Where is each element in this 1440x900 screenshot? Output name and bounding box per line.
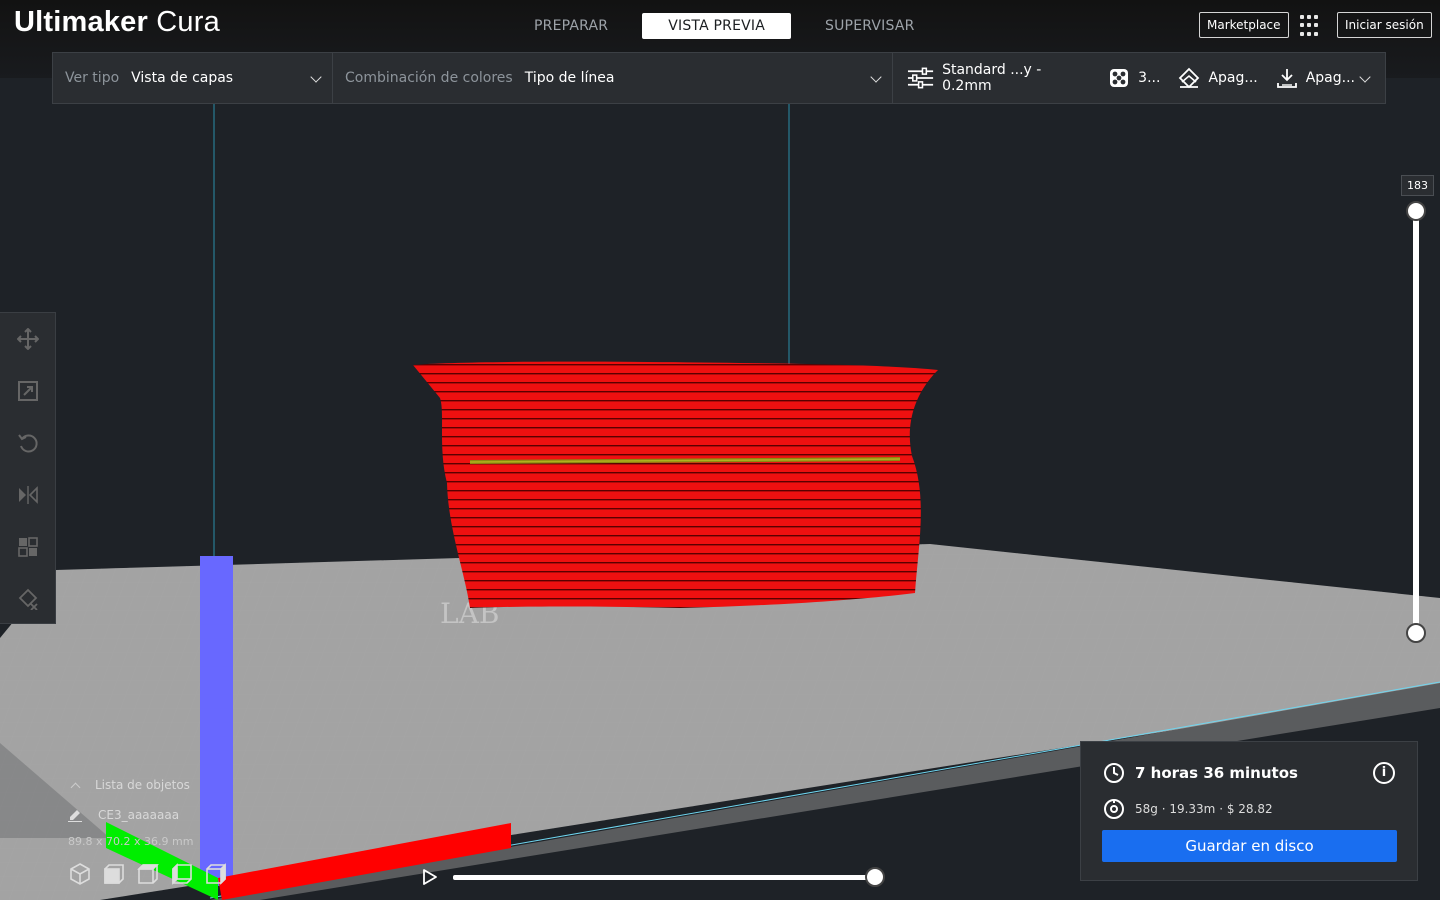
object-name-row[interactable]: CE3_aaaaaaa bbox=[68, 804, 193, 826]
rotate-icon bbox=[18, 434, 38, 453]
support-blocker-tool[interactable] bbox=[0, 573, 56, 625]
object-list: Lista de objetos CE3_aaaaaaa 89.8 x 70.2… bbox=[68, 774, 193, 852]
per-model-settings-tool[interactable] bbox=[0, 521, 56, 573]
rotate-tool[interactable] bbox=[0, 417, 56, 469]
material-usage: 58g · 19.33m · $ 28.82 bbox=[1135, 802, 1273, 816]
print-information-panel: 7 horas 36 minutos i 58g · 19.33m · $ 28… bbox=[1080, 741, 1418, 881]
mirror-tool[interactable] bbox=[0, 469, 56, 521]
view-type-value: Vista de capas bbox=[131, 70, 234, 86]
apps-grid-icon[interactable] bbox=[1300, 15, 1322, 37]
scale-icon bbox=[18, 381, 38, 401]
color-scheme-dropdown[interactable]: Combinación de colores Tipo de línea bbox=[333, 53, 893, 103]
3d-view-icon[interactable] bbox=[68, 862, 92, 886]
simulation-slider-track[interactable] bbox=[453, 875, 877, 880]
stage-tabs: PREPARAR VISTA PREVIA SUPERVISAR bbox=[510, 13, 939, 39]
tab-monitor[interactable]: SUPERVISAR bbox=[801, 13, 939, 39]
simulation-slider-handle[interactable] bbox=[865, 867, 885, 887]
spool-icon bbox=[1104, 799, 1124, 819]
scale-tool[interactable] bbox=[0, 365, 56, 417]
move-icon bbox=[17, 328, 39, 350]
info-icon[interactable]: i bbox=[1373, 762, 1395, 784]
support-value: Apag... bbox=[1208, 70, 1258, 86]
save-to-disk-button[interactable]: Guardar en disco bbox=[1102, 830, 1397, 862]
color-scheme-label: Combinación de colores bbox=[345, 70, 513, 86]
print-time: 7 horas 36 minutos bbox=[1135, 764, 1298, 782]
adhesion-value: Apag... bbox=[1305, 70, 1355, 86]
infill-icon bbox=[1110, 69, 1129, 87]
layer-slider-lower-handle[interactable] bbox=[1406, 623, 1426, 643]
chevron-down-icon bbox=[310, 71, 322, 83]
print-settings-dropdown[interactable]: Standard ...y - 0.2mm 3... Apag... Apag.… bbox=[893, 53, 1385, 103]
support-blocker-icon bbox=[18, 588, 38, 610]
chevron-down-icon bbox=[870, 71, 882, 83]
color-scheme-value: Tipo de línea bbox=[524, 70, 615, 86]
camera-view-buttons bbox=[68, 862, 228, 886]
app-logo: Ultimaker Cura bbox=[14, 6, 220, 38]
object-dimensions: 89.8 x 70.2 x 36.9 mm bbox=[68, 834, 194, 848]
marketplace-button[interactable]: Marketplace bbox=[1199, 12, 1289, 38]
object-name: CE3_aaaaaaa bbox=[98, 808, 180, 822]
view-type-dropdown[interactable]: Ver tipo Vista de capas bbox=[53, 53, 333, 103]
sliders-icon bbox=[907, 67, 934, 89]
tool-panel bbox=[0, 312, 56, 624]
tab-preview[interactable]: VISTA PREVIA bbox=[642, 13, 792, 39]
left-view-icon[interactable] bbox=[170, 862, 194, 886]
layer-number-input[interactable]: 183 bbox=[1401, 175, 1434, 196]
layer-slider-upper-handle[interactable] bbox=[1406, 201, 1426, 221]
chevron-down-icon bbox=[1359, 71, 1371, 83]
top-view-icon[interactable] bbox=[136, 862, 160, 886]
object-list-toggle[interactable]: Lista de objetos bbox=[68, 774, 193, 796]
pencil-icon bbox=[68, 810, 82, 822]
view-toolbar: Ver tipo Vista de capas Combinación de c… bbox=[52, 52, 1386, 104]
signin-button[interactable]: Iniciar sesión bbox=[1337, 12, 1432, 38]
mirror-icon bbox=[19, 486, 38, 504]
layer-slider-track[interactable] bbox=[1413, 210, 1419, 634]
infill-value: 3... bbox=[1138, 70, 1161, 86]
clock-icon bbox=[1104, 763, 1124, 783]
per-model-settings-icon bbox=[18, 537, 38, 557]
adhesion-icon bbox=[1276, 69, 1297, 88]
right-view-icon[interactable] bbox=[204, 862, 228, 886]
chevron-up-icon bbox=[70, 782, 81, 792]
object-list-title: Lista de objetos bbox=[95, 778, 190, 792]
profile-name: Standard ...y - 0.2mm bbox=[942, 62, 1042, 94]
play-icon[interactable] bbox=[421, 868, 439, 886]
move-tool[interactable] bbox=[0, 313, 56, 365]
view-type-label: Ver tipo bbox=[65, 70, 120, 86]
front-view-icon[interactable] bbox=[102, 862, 126, 886]
tab-prepare[interactable]: PREPARAR bbox=[510, 13, 632, 39]
support-icon bbox=[1179, 67, 1200, 89]
